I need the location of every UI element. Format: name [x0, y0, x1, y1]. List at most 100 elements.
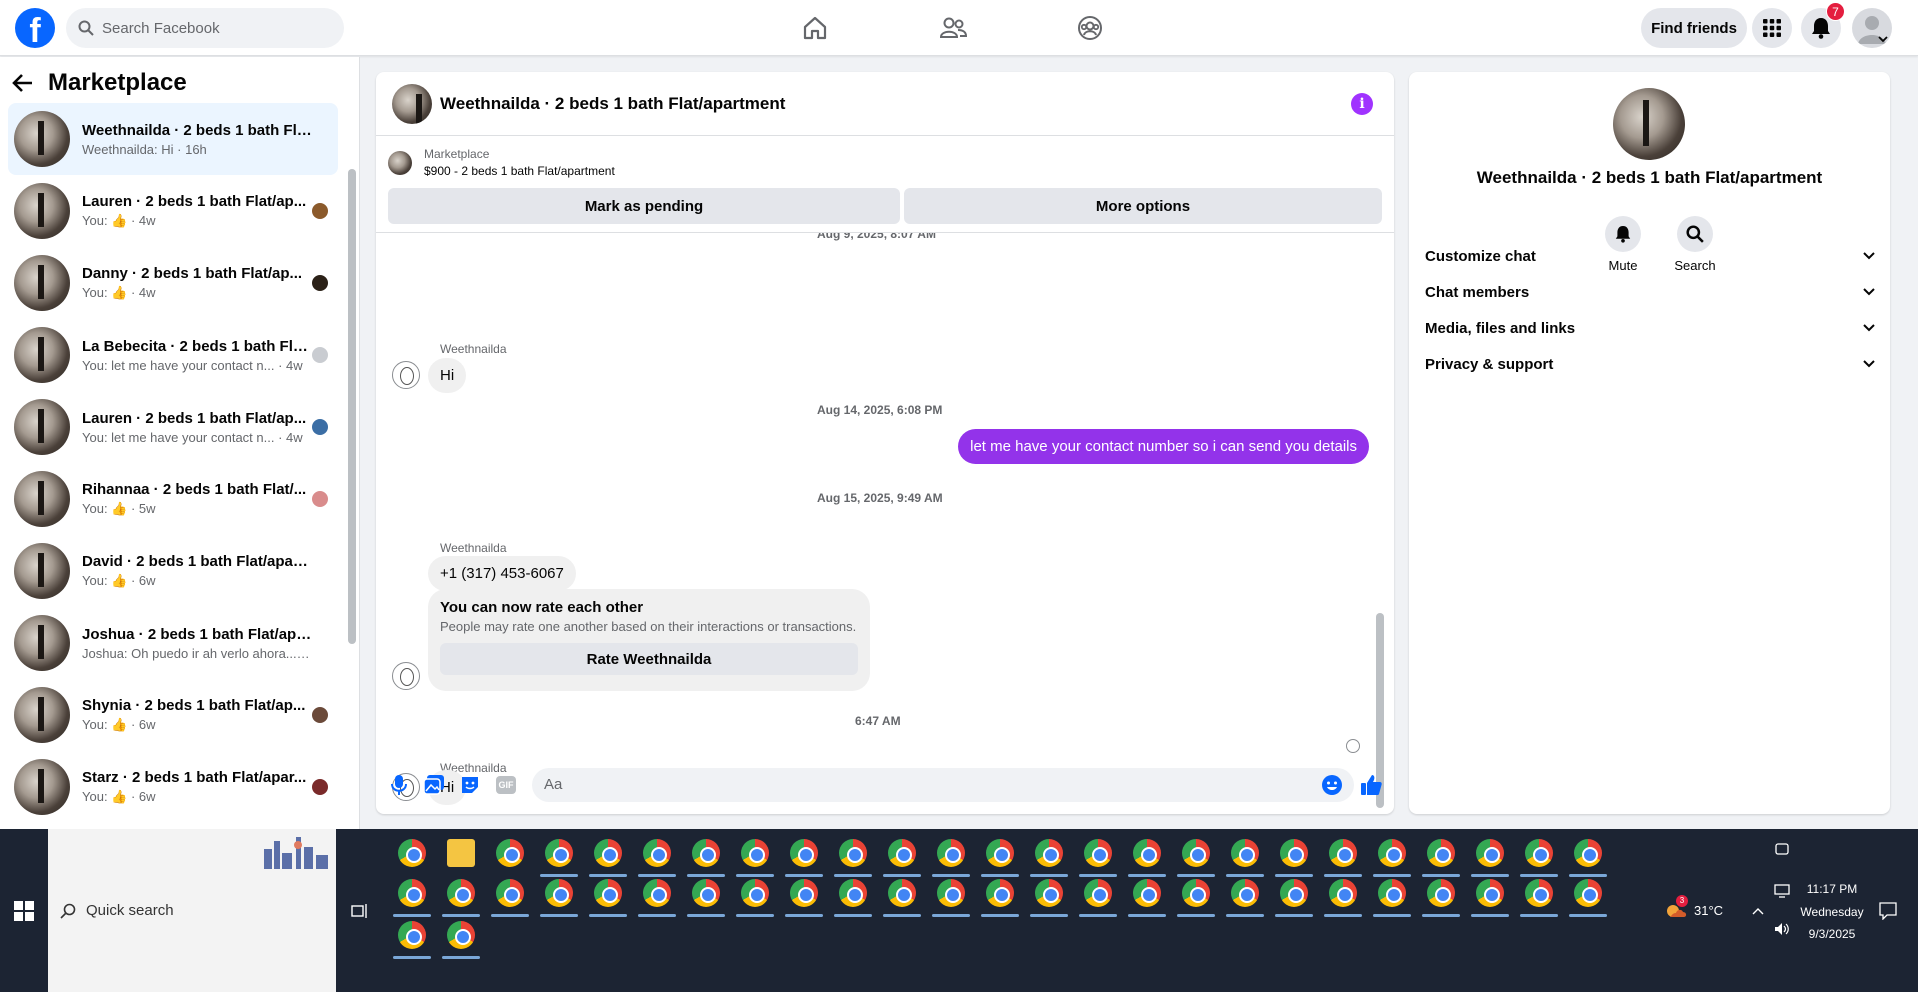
- chrome-icon[interactable]: [398, 839, 426, 867]
- search-input[interactable]: Search Facebook: [66, 8, 344, 48]
- chrome-icon[interactable]: [986, 839, 1014, 867]
- message-input[interactable]: Aa: [532, 768, 1354, 802]
- incoming-message-phone[interactable]: +1 (317) 453-6067: [428, 556, 576, 591]
- conversation-item[interactable]: David · 2 beds 1 bath Flat/apart... You: …: [8, 535, 338, 607]
- emoji-icon[interactable]: [1321, 774, 1343, 796]
- chrome-icon[interactable]: [692, 839, 720, 867]
- friends-icon[interactable]: [933, 12, 973, 44]
- account-chevron-icon[interactable]: [1878, 36, 1888, 44]
- facebook-logo[interactable]: f: [15, 8, 55, 48]
- home-icon[interactable]: [795, 12, 835, 44]
- chrome-icon[interactable]: [594, 839, 622, 867]
- conversation-item[interactable]: Joshua · 2 beds 1 bath Flat/apart... Josh…: [8, 607, 338, 679]
- chrome-icon[interactable]: [496, 839, 524, 867]
- chrome-icon[interactable]: [937, 839, 965, 867]
- chrome-icon[interactable]: [986, 879, 1014, 907]
- chrome-icon[interactable]: [1084, 839, 1112, 867]
- chrome-icon[interactable]: [1280, 879, 1308, 907]
- chrome-icon[interactable]: [1329, 839, 1357, 867]
- chrome-icon[interactable]: [1476, 879, 1504, 907]
- info-icon[interactable]: i: [1351, 93, 1373, 115]
- chrome-icon[interactable]: [1525, 879, 1553, 907]
- chrome-icon[interactable]: [741, 839, 769, 867]
- sticker-icon[interactable]: [459, 774, 481, 796]
- outgoing-message[interactable]: let me have your contact number so i can…: [958, 429, 1369, 464]
- incoming-message[interactable]: Hi: [428, 358, 467, 393]
- chrome-icon[interactable]: [545, 879, 573, 907]
- chrome-icon[interactable]: [741, 879, 769, 907]
- chrome-icon[interactable]: [545, 839, 573, 867]
- chrome-icon[interactable]: [1427, 879, 1455, 907]
- chrome-icon[interactable]: [1476, 839, 1504, 867]
- conversation-item[interactable]: La Bebecita · 2 beds 1 bath Fla... You: l…: [8, 319, 338, 391]
- chrome-icon[interactable]: [1035, 879, 1063, 907]
- clock-day[interactable]: Wednesday: [1796, 905, 1868, 919]
- chrome-icon[interactable]: [937, 879, 965, 907]
- find-friends-button[interactable]: Find friends: [1641, 8, 1747, 48]
- show-hidden-icons-chevron-icon[interactable]: [1752, 907, 1764, 915]
- chrome-icon[interactable]: [888, 839, 916, 867]
- chrome-icon[interactable]: [1574, 879, 1602, 907]
- meet-now-icon[interactable]: [1775, 842, 1789, 856]
- quick-search-box[interactable]: Quick search: [48, 829, 336, 992]
- conversation-item[interactable]: Starz · 2 beds 1 bath Flat/apar... You: 👍…: [8, 751, 338, 823]
- clock-time[interactable]: 11:17 PM: [1804, 882, 1860, 896]
- microphone-icon[interactable]: [390, 774, 408, 796]
- groups-icon[interactable]: [1070, 12, 1110, 44]
- chrome-icon[interactable]: [1182, 839, 1210, 867]
- chrome-icon[interactable]: [1427, 839, 1455, 867]
- conversation-item[interactable]: Danny · 2 beds 1 bath Flat/ap... You: 👍 ·…: [8, 247, 338, 319]
- menu-grid-icon[interactable]: [1752, 8, 1792, 48]
- chrome-icon[interactable]: [1133, 879, 1161, 907]
- chrome-icon[interactable]: [398, 879, 426, 907]
- chrome-icon[interactable]: [643, 879, 671, 907]
- chrome-icon[interactable]: [1133, 839, 1161, 867]
- mark-as-pending-button[interactable]: Mark as pending: [388, 188, 900, 224]
- network-icon[interactable]: [1774, 884, 1790, 898]
- chrome-icon[interactable]: [692, 879, 720, 907]
- chrome-icon[interactable]: [496, 879, 524, 907]
- gif-icon[interactable]: GIF: [496, 776, 516, 794]
- back-arrow-icon[interactable]: [12, 72, 34, 94]
- chrome-icon[interactable]: [447, 921, 475, 949]
- chrome-icon[interactable]: [790, 839, 818, 867]
- listing-summary[interactable]: Marketplace $900 - 2 beds 1 bath Flat/ap…: [388, 146, 615, 180]
- sender-avatar[interactable]: [392, 662, 420, 690]
- chrome-icon[interactable]: [1035, 839, 1063, 867]
- info-avatar[interactable]: [1613, 88, 1685, 160]
- chrome-icon[interactable]: [447, 879, 475, 907]
- chrome-icon[interactable]: [839, 879, 867, 907]
- photo-icon[interactable]: [423, 774, 445, 796]
- chrome-icon[interactable]: [888, 879, 916, 907]
- chrome-icon[interactable]: [1182, 879, 1210, 907]
- thumbs-up-icon[interactable]: [1359, 773, 1383, 797]
- sender-avatar[interactable]: [392, 361, 420, 389]
- conversation-item[interactable]: Weethnailda · 2 beds 1 bath Flat... Weeth…: [8, 103, 338, 175]
- file-explorer-icon[interactable]: [447, 839, 475, 867]
- chrome-icon[interactable]: [594, 879, 622, 907]
- conversation-item[interactable]: Lauren · 2 beds 1 bath Flat/ap... You: le…: [8, 391, 338, 463]
- task-view-icon[interactable]: [351, 903, 369, 919]
- chrome-icon[interactable]: [1329, 879, 1357, 907]
- info-section-privacy-support[interactable]: Privacy & support: [1425, 342, 1875, 386]
- windows-start-icon[interactable]: [14, 901, 34, 921]
- chrome-icon[interactable]: [1378, 879, 1406, 907]
- chrome-icon[interactable]: [398, 921, 426, 949]
- conversation-item[interactable]: Lauren · 2 beds 1 bath Flat/ap... You: 👍 …: [8, 175, 338, 247]
- notification-center-icon[interactable]: [1879, 902, 1897, 920]
- sidebar-scrollbar[interactable]: [348, 169, 356, 644]
- conversation-item[interactable]: Rihannaa · 2 beds 1 bath Flat/... You: 👍 …: [8, 463, 338, 535]
- clock-date[interactable]: 9/3/2025: [1804, 927, 1860, 941]
- chrome-icon[interactable]: [1378, 839, 1406, 867]
- chrome-icon[interactable]: [1231, 879, 1259, 907]
- conversation-item[interactable]: Shynia · 2 beds 1 bath Flat/ap... You: 👍 …: [8, 679, 338, 751]
- volume-icon[interactable]: [1774, 922, 1790, 936]
- temperature[interactable]: 31°C: [1694, 903, 1723, 918]
- chrome-icon[interactable]: [1231, 839, 1259, 867]
- chat-header-avatar[interactable]: [392, 83, 432, 124]
- chrome-icon[interactable]: [643, 839, 671, 867]
- chrome-icon[interactable]: [1280, 839, 1308, 867]
- chrome-icon[interactable]: [1574, 839, 1602, 867]
- weather-icon[interactable]: 3: [1664, 895, 1688, 921]
- rate-user-button[interactable]: Rate Weethnailda: [440, 643, 858, 675]
